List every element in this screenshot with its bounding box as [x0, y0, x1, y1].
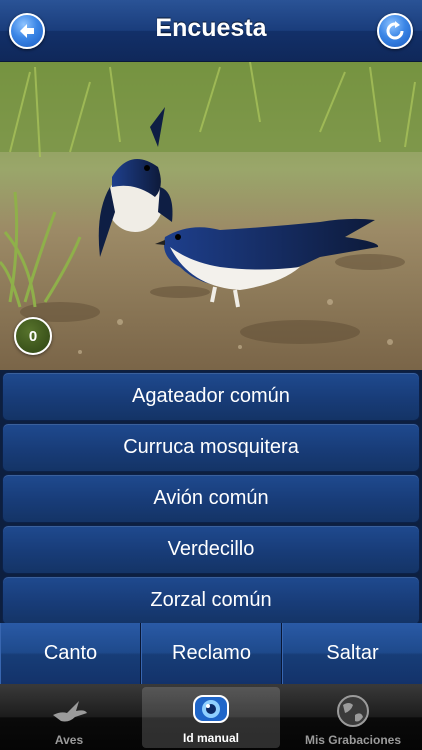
- refresh-button[interactable]: [377, 13, 413, 49]
- tab-id-manual[interactable]: Id manual: [142, 687, 280, 748]
- tab-label: Aves: [54, 733, 84, 747]
- bird-icon: [53, 701, 87, 722]
- action-bar: Canto Reclamo Saltar: [0, 623, 422, 684]
- answer-option[interactable]: Zorzal común: [2, 576, 420, 625]
- globe-icon: [337, 695, 369, 727]
- score-counter: 0: [14, 317, 52, 355]
- reclamo-button[interactable]: Reclamo: [141, 623, 282, 684]
- answer-list: Agateador común Curruca mosquitera Avión…: [0, 370, 422, 625]
- tab-bar: Aves Id manual Mis Grabaciones: [0, 684, 422, 750]
- answer-option[interactable]: Agateador común: [2, 372, 420, 421]
- bird-photo: 0: [0, 62, 422, 370]
- navigation-bar: Encuesta: [0, 0, 422, 62]
- answer-option[interactable]: Curruca mosquitera: [2, 423, 420, 472]
- refresh-icon: [386, 21, 404, 40]
- saltar-button[interactable]: Saltar: [282, 623, 422, 684]
- tab-mis-grabaciones[interactable]: Mis Grabaciones: [284, 684, 422, 750]
- swallows-illustration: [0, 62, 422, 370]
- canto-button[interactable]: Canto: [0, 623, 141, 684]
- answer-option[interactable]: Avión común: [2, 474, 420, 523]
- tab-aves[interactable]: Aves: [0, 684, 138, 750]
- page-title: Encuesta: [155, 14, 267, 42]
- eye-icon: [193, 695, 229, 723]
- tab-label: Id manual: [182, 731, 239, 745]
- answer-option[interactable]: Verdecillo: [2, 525, 420, 574]
- tab-label: Mis Grabaciones: [304, 733, 402, 747]
